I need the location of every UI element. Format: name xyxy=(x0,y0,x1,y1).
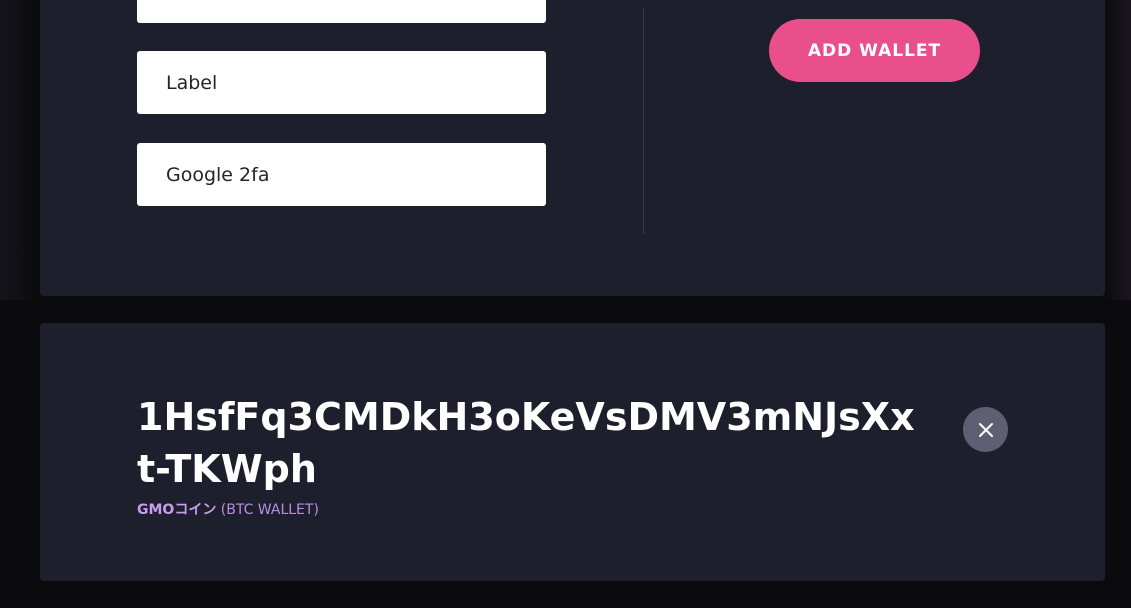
wallet-address: 1HsfFq3CMDkH3oKeVsDMV3mNJsXxt-TKWph xyxy=(137,395,915,491)
label-input[interactable] xyxy=(137,51,546,114)
remove-wallet-button[interactable] xyxy=(963,407,1008,452)
add-wallet-panel: ADD WALLET xyxy=(40,0,1105,296)
wallet-meta: GMOコイン (BTC WALLET) xyxy=(137,499,319,519)
background-texture-right xyxy=(1103,0,1131,300)
close-icon xyxy=(978,422,994,438)
wallet-card: 1HsfFq3CMDkH3oKeVsDMV3mNJsXxt-TKWph GMOコ… xyxy=(40,323,1105,581)
wallet-address-input[interactable] xyxy=(137,0,546,23)
wallet-exchange-name: GMOコイン xyxy=(137,502,217,518)
add-wallet-button[interactable]: ADD WALLET xyxy=(769,19,980,82)
panel-divider xyxy=(643,8,644,234)
background-texture-left xyxy=(0,0,40,300)
google-2fa-input[interactable] xyxy=(137,143,546,206)
wallet-type: (BTC WALLET) xyxy=(220,502,319,518)
